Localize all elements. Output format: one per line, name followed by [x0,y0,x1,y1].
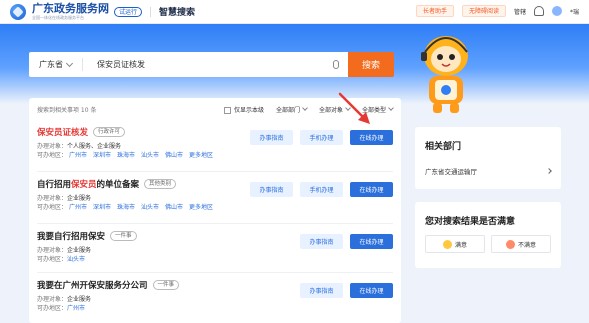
city-link[interactable]: 珠海市 [117,152,135,159]
area-label: 可办地区： [37,204,68,211]
obj-label: 办理对象： [37,143,68,150]
item-title[interactable]: 保安员证核发 [37,126,88,138]
elder-helper-button[interactable]: 长者助手 [415,5,454,17]
list-item: 我要在广州开保安服务分公司 一件事 办理对象：企业服务 可办地区：广州市 办事指… [37,279,393,313]
related-dept-item[interactable]: 广东省交通运输厅 [425,166,552,176]
city-link[interactable]: 广州市 [69,152,87,159]
dept-filter[interactable]: 全部部门 [275,104,308,114]
bell-icon[interactable] [533,6,544,16]
dept-name: 广东省交通运输厅 [425,168,477,176]
checkbox-icon [223,106,231,114]
guide-button[interactable]: 办事指南 [300,234,343,249]
results-panel: 搜索到相关事项 10 条 仅显示本级 全部部门 全部对象 全部类型 保安员证核发… [29,98,401,323]
city-link[interactable]: 广州市 [67,305,85,312]
obj-label: 办理对象： [37,195,68,202]
mascot-image [421,36,468,113]
chevron-down-icon [302,104,308,111]
satisfied-button[interactable]: 满意 [425,235,485,253]
unsatisfied-label: 不满意 [517,241,536,249]
list-item: 自行招用保安员的单位备案 其他类别 办理对象：企业服务 可办地区： 广州市 深圳市… [37,178,393,212]
chevron-down-icon [388,104,394,111]
satisfied-label: 满意 [454,241,467,249]
obj-value: 个人服务、企业服务 [67,143,122,150]
page-title: 智慧搜索 [159,8,196,18]
smile-icon [442,239,452,249]
header-divider [150,6,152,17]
city-link[interactable]: 珠海市 [117,204,135,211]
barrier-free-button[interactable]: 无障碍阅读 [461,5,506,17]
item-title[interactable]: 我要在广州开保安服务分公司 [37,279,148,291]
logo-icon [10,3,26,20]
row-divider [37,223,393,224]
row-divider [37,171,393,172]
item-tag: 一件事 [152,280,180,290]
result-count: 搜索到相关事项 10 条 [37,106,97,114]
feedback-card: 您对搜索结果是否满意 满意 不满意 [415,202,561,268]
guide-button[interactable]: 办事指南 [250,130,293,145]
online-button[interactable]: 在线办理 [350,283,393,298]
only-province-label: 仅显示本级 [233,106,264,114]
area-label: 可办地区： [37,256,68,263]
avatar[interactable] [551,6,562,16]
guide-button[interactable]: 办事指南 [300,283,343,298]
city-link[interactable]: 佛山市 [165,204,183,211]
city-link[interactable]: 广州市 [69,204,87,211]
region-select[interactable]: 广东省 [29,58,83,71]
more-areas-link[interactable]: 更多地区 [189,152,213,159]
obj-label: 办理对象： [37,296,68,303]
unsatisfied-button[interactable]: 不满意 [491,235,551,253]
area-label: 可办地区： [37,152,68,159]
frown-icon [505,239,515,249]
city-link[interactable]: 深圳市 [93,152,111,159]
top-header: 广东政务服务网 全国一体化在线政务服务平台 试运行 智慧搜索 长者助手 无障碍阅… [0,0,589,24]
feedback-title: 您对搜索结果是否满意 [425,217,516,227]
title-part: 自行招用 [37,180,72,190]
online-button[interactable]: 在线办理 [350,130,393,145]
area-label: 可办地区： [37,305,68,312]
online-button[interactable]: 在线办理 [350,234,393,249]
obj-value: 企业服务 [67,296,92,303]
row-divider [37,272,393,273]
search-input[interactable]: 保安员证核发 [83,59,333,70]
list-item: 我要自行招用保安 一件事 办理对象：企业服务 可办地区：汕头市 办事指南 在线办… [37,230,393,264]
item-title[interactable]: 自行招用保安员的单位备案 [37,178,139,190]
title-part: 的单位备案 [96,180,140,190]
obj-value: 企业服务 [67,195,92,202]
search-button[interactable]: 搜索 [348,52,394,77]
chevron-down-icon [65,59,74,67]
dept-filter-label: 全部部门 [275,106,300,114]
site-title: 广东政务服务网 [32,2,109,15]
obj-label: 办理对象： [37,247,68,254]
beta-badge: 试运行 [114,6,143,17]
item-tag: 一件事 [110,231,137,241]
related-dept-card: 相关部门 广东省交通运输厅 [415,127,561,189]
online-button[interactable]: 在线办理 [350,182,393,197]
user-name[interactable]: *瑞 [570,7,579,16]
site-subtitle: 全国一体化在线政务服务平台 [32,15,84,20]
title-highlight: 保安员 [71,180,97,190]
chevron-right-icon [546,168,552,174]
item-tag: 行政许可 [93,127,126,137]
region-label: 广东省 [39,60,63,69]
guide-button[interactable]: 办事指南 [250,182,293,197]
obj-value: 企业服务 [67,247,92,254]
more-areas-link[interactable]: 更多地区 [189,204,213,211]
annotation-arrow-icon [338,92,370,124]
city-link[interactable]: 汕头市 [141,152,159,159]
mobile-button[interactable]: 手机办理 [300,182,343,197]
microphone-icon[interactable] [333,60,339,69]
site-logo[interactable]: 广东政务服务网 全国一体化在线政务服务平台 [10,3,109,20]
list-item: 保安员证核发 行政许可 办理对象：个人服务、企业服务 可办地区： 广州市 深圳市珠… [37,126,393,160]
related-dept-title: 相关部门 [425,142,462,152]
admin-link[interactable]: 管辖 [514,7,526,16]
city-link[interactable]: 佛山市 [165,152,183,159]
mobile-button[interactable]: 手机办理 [300,130,343,145]
search-bar: 广东省 保安员证核发 [29,52,349,77]
only-province-checkbox[interactable]: 仅显示本级 [223,105,264,114]
item-title[interactable]: 我要自行招用保安 [37,230,105,242]
city-link[interactable]: 深圳市 [93,204,111,211]
city-link[interactable]: 汕头市 [141,204,159,211]
item-tag: 其他类别 [144,179,177,189]
city-link[interactable]: 汕头市 [67,256,85,263]
